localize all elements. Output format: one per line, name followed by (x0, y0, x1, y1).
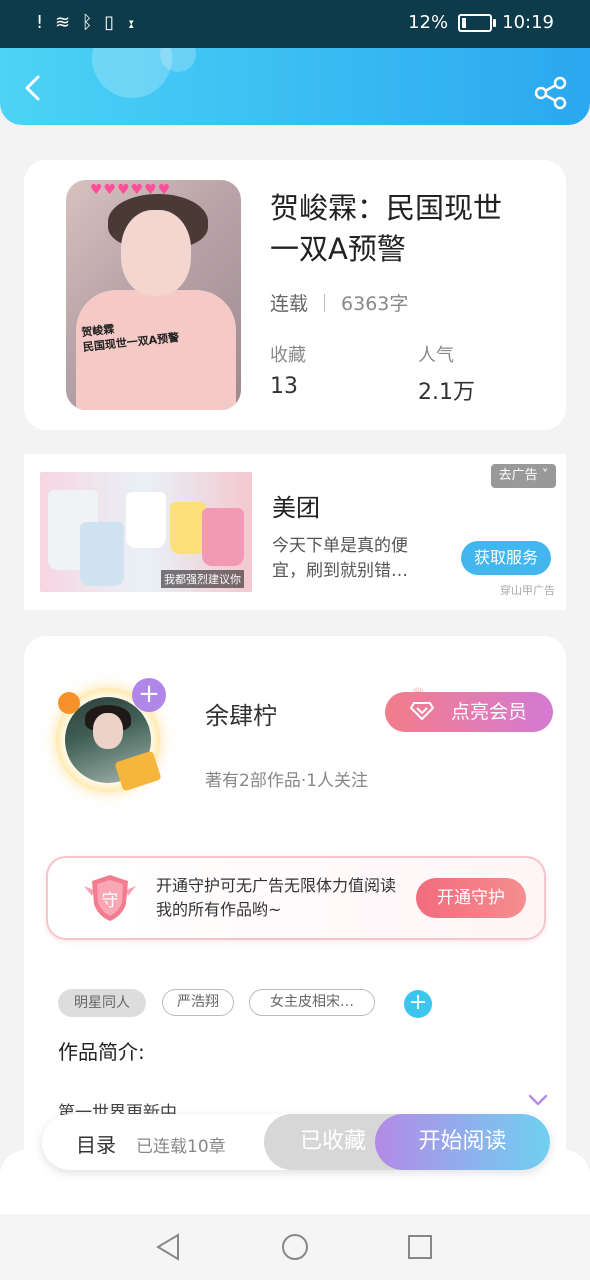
popularity-value: 2.1万 (418, 380, 475, 405)
toc-button[interactable]: 目录 (76, 1129, 116, 1158)
battery-percent: 12% (408, 12, 449, 33)
hearts-decoration: ♥♥♥♥♥♥ (90, 182, 172, 198)
status-right: 12% 10:19 (408, 12, 554, 33)
nav-recents-icon[interactable] (405, 1232, 435, 1262)
share-icon[interactable] (534, 76, 568, 110)
follow-plus-icon[interactable]: + (132, 678, 166, 712)
book-title: 贺峻霖：民国现世一双A预警 (270, 191, 503, 266)
ad-title: 美团 (272, 494, 320, 522)
system-nav-bar (0, 1214, 590, 1280)
guard-text: 开通守护可无广告无限体力值阅读我的所有作品哟~ (156, 876, 397, 919)
expand-chevron-icon[interactable] (528, 1092, 548, 1108)
favorites-label: 收藏 (270, 345, 306, 366)
nav-home-icon[interactable] (280, 1232, 310, 1262)
start-reading-button[interactable]: 开始阅读 (375, 1114, 550, 1170)
ad-description: 今天下单是真的便宜，刷到就别错… (272, 536, 408, 581)
intro-label: 作品简介: (58, 1040, 145, 1064)
chapter-count[interactable]: 已连载10章 (136, 1132, 226, 1157)
svg-text:守: 守 (102, 891, 119, 911)
word-count: 6363字 (341, 293, 409, 315)
vip-button[interactable]: ♕ 点亮会员 (385, 684, 553, 732)
ad-banner[interactable]: 我都强烈建议你 美团 今天下单是真的便宜，刷到就别错… 去广告 ˅ 获取服务 穿… (24, 454, 566, 610)
tag-item[interactable]: 女主皮相宋… (249, 989, 375, 1016)
author-info: 著有2部作品·1人关注 (205, 771, 369, 791)
author-name: 余肆柠 (205, 702, 277, 730)
status-bar: ! ≋ ᛒ ▯ ⧗ 12% 10:19 (0, 0, 590, 48)
add-tag-icon[interactable]: + (404, 990, 432, 1018)
battery-icon (458, 13, 497, 32)
guard-promo[interactable]: 守 开通守护可无广告无限体力值阅读我的所有作品哟~ 开通守护 (46, 856, 546, 940)
popularity-label: 人气 (418, 345, 454, 366)
author-avatar-frame[interactable]: + (40, 672, 190, 807)
chevron-down-icon: ˅ (537, 468, 549, 483)
ad-image[interactable]: 我都强烈建议你 (40, 472, 252, 592)
remove-ad-button[interactable]: 去广告 ˅ (491, 464, 556, 488)
favorites-value: 13 (270, 374, 298, 399)
status-icons: ! ≋ ᛒ ▯ ⧗ (36, 12, 140, 33)
top-header (0, 48, 590, 125)
ad-source: 穿山甲广告 (500, 584, 555, 597)
gem-decoration (58, 692, 80, 714)
clock: 10:19 (502, 12, 554, 33)
open-guard-button[interactable]: 开通守护 (416, 878, 526, 918)
bottom-action-bar: 目录 已连载10章 已收藏 开始阅读 (42, 1114, 550, 1170)
tag-item[interactable]: 明星同人 (58, 989, 146, 1017)
book-cover[interactable]: ♥♥♥♥♥♥ 贺峻霖 民国现世一双A预警 (66, 180, 241, 410)
tag-item[interactable]: 严浩翔 (162, 989, 234, 1016)
shield-icon: 守 (84, 875, 136, 921)
ad-image-caption: 我都强烈建议你 (161, 570, 244, 588)
book-meta: 连载 6363字 (270, 289, 408, 316)
nav-back-icon[interactable] (154, 1232, 184, 1262)
diamond-icon (410, 702, 434, 720)
get-service-button[interactable]: 获取服务 (461, 541, 551, 575)
back-icon[interactable] (18, 73, 48, 103)
serial-status: 连载 (270, 293, 309, 315)
